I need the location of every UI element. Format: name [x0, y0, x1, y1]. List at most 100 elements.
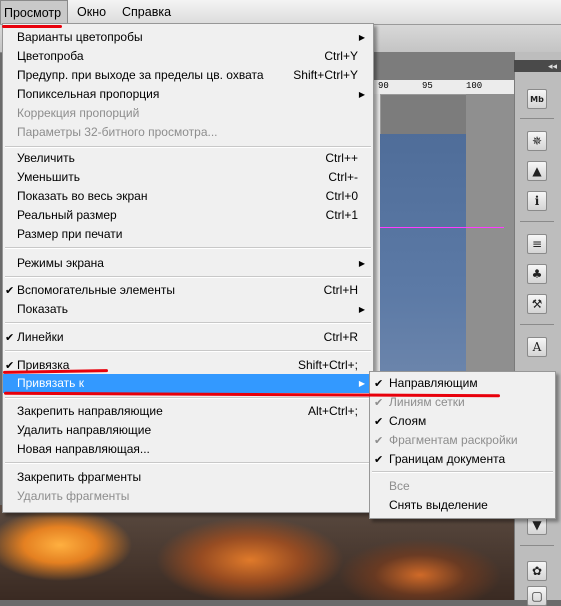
menu-item-print-size[interactable]: Размер при печати: [3, 225, 373, 244]
menu-help[interactable]: Справка: [122, 0, 171, 24]
menu-separator: [5, 247, 371, 249]
menu-separator: [5, 322, 371, 324]
panel-divider: [520, 221, 554, 222]
canvas-image-bottom[interactable]: [0, 505, 514, 600]
menu-item-clear-slices: Удалить фрагменты: [3, 487, 373, 506]
snap-item-label: Направляющим: [389, 376, 478, 390]
menu-item-new-guide[interactable]: Новая направляющая...: [3, 440, 373, 459]
menu-item-label: Линейки: [17, 330, 64, 344]
menu-item-shortcut: Ctrl+0: [325, 189, 358, 203]
menu-item-label: Режимы экрана: [17, 256, 104, 270]
menu-item-show[interactable]: Показать ▶: [3, 300, 373, 319]
menu-item-lock-guides[interactable]: Закрепить направляющие Alt+Ctrl+;: [3, 402, 373, 421]
menu-separator: [5, 350, 371, 352]
tool-presets-icon[interactable]: ⚒: [527, 294, 547, 314]
menu-separator: [5, 146, 371, 148]
menu-item-shortcut: Ctrl+R: [323, 330, 358, 344]
snap-item-layers[interactable]: ✔ Слоям: [370, 412, 555, 431]
menu-item-label: Закрепить направляющие: [17, 404, 163, 418]
ruler-tick: 90: [378, 81, 389, 91]
menu-item-clear-guides[interactable]: Удалить направляющие: [3, 421, 373, 440]
menu-item-gamut-warning[interactable]: Предупр. при выходе за пределы цв. охват…: [3, 66, 373, 85]
menu-item-zoom-in[interactable]: Увеличить Ctrl++: [3, 149, 373, 168]
menu-separator: [5, 462, 371, 464]
page-icon[interactable]: ▢: [527, 586, 547, 606]
mini-bridge-icon[interactable]: Mb: [527, 89, 547, 109]
panel-divider: [520, 118, 554, 119]
checkmark-icon: ✔: [374, 377, 384, 390]
menu-separator: [372, 471, 553, 473]
checkmark-icon: ✔: [5, 331, 15, 344]
panel-collapse-button[interactable]: ◂◂: [514, 60, 561, 72]
snap-item-label: Все: [389, 479, 410, 493]
menu-item-shortcut: Ctrl+H: [323, 283, 358, 297]
submenu-arrow-icon: ▶: [358, 305, 365, 314]
menu-item-label: Параметры 32-битного просмотра...: [17, 125, 218, 139]
navigator-icon[interactable]: ✵: [527, 131, 547, 151]
snap-item-none[interactable]: Снять выделение: [370, 496, 555, 515]
menu-item-proof-colors[interactable]: Цветопроба Ctrl+Y: [3, 47, 373, 66]
snap-item-label: Фрагментам раскройки: [389, 433, 518, 447]
menu-item-label: Реальный размер: [17, 208, 117, 222]
canvas-pasteboard: [466, 94, 514, 400]
submenu-arrow-icon: ▶: [358, 379, 365, 388]
checkmark-icon: ✔: [374, 415, 384, 428]
snap-item-document-bounds[interactable]: ✔ Границам документа: [370, 450, 555, 469]
menu-item-fit-on-screen[interactable]: Показать во весь экран Ctrl+0: [3, 187, 373, 206]
menu-item-label: Показать: [17, 302, 69, 316]
canvas-image[interactable]: [380, 134, 466, 400]
menu-item-shortcut: Ctrl++: [325, 151, 358, 165]
menu-item-snap-to[interactable]: Привязать к ▶: [3, 374, 373, 393]
styles-icon[interactable]: ✿: [527, 561, 547, 581]
menu-separator: [5, 397, 371, 399]
submenu-arrow-icon: ▶: [358, 259, 365, 268]
menu-item-32bit-preview: Параметры 32-битного просмотра...: [3, 123, 373, 142]
menu-item-pixel-aspect-ratio[interactable]: Попиксельная пропорция ▶: [3, 85, 373, 104]
checkmark-icon: ✔: [5, 284, 15, 297]
snap-item-slices: ✔ Фрагментам раскройки: [370, 431, 555, 450]
menu-item-label: Вспомогательные элементы: [17, 283, 175, 297]
menu-item-label: Предупр. при выходе за пределы цв. охват…: [17, 68, 264, 82]
menu-item-label: Коррекция пропорций: [17, 106, 140, 120]
menu-view[interactable]: Просмотр: [0, 0, 68, 24]
menu-item-label: Удалить фрагменты: [17, 489, 130, 503]
menu-item-lock-slices[interactable]: Закрепить фрагменты: [3, 468, 373, 487]
menu-item-shortcut: Alt+Ctrl+;: [307, 404, 358, 418]
horizontal-ruler[interactable]: 90 95 100: [374, 80, 514, 95]
snap-item-guides[interactable]: ✔ Направляющим: [370, 374, 555, 393]
menu-item-shortcut: Shift+Ctrl+;: [297, 358, 358, 372]
menu-item-proof-setup[interactable]: Варианты цветопробы ▶: [3, 28, 373, 47]
histogram-icon[interactable]: ▲: [527, 161, 547, 181]
submenu-arrow-icon: ▶: [358, 90, 365, 99]
menu-item-label: Удалить направляющие: [17, 423, 152, 437]
menu-item-aspect-correction: Коррекция пропорций: [3, 104, 373, 123]
menu-item-zoom-out[interactable]: Уменьшить Ctrl+-: [3, 168, 373, 187]
menu-item-label: Уменьшить: [17, 170, 80, 184]
menu-item-extras[interactable]: ✔ Вспомогательные элементы Ctrl+H: [3, 281, 373, 300]
menu-item-label: Цветопроба: [17, 49, 84, 63]
menu-window[interactable]: Окно: [77, 0, 106, 24]
menu-item-label: Попиксельная пропорция: [17, 87, 160, 101]
character-icon[interactable]: A: [527, 337, 547, 357]
menu-item-label: Варианты цветопробы: [17, 30, 143, 44]
menu-item-shortcut: Ctrl+1: [325, 208, 358, 222]
annotation-underline: [2, 25, 62, 28]
brush-presets-icon[interactable]: ≡: [527, 234, 547, 254]
guide-line[interactable]: [380, 227, 504, 228]
menu-item-screen-mode[interactable]: Режимы экрана ▶: [3, 254, 373, 273]
menu-bar: Просмотр Окно Справка: [0, 0, 561, 25]
menu-item-label: Закрепить фрагменты: [17, 470, 142, 484]
ruler-tick: 95: [422, 81, 433, 91]
info-icon[interactable]: i: [527, 191, 547, 211]
panel-divider: [520, 324, 554, 325]
ruler-tick: 100: [466, 81, 483, 91]
menu-item-rulers[interactable]: ✔ Линейки Ctrl+R: [3, 328, 373, 347]
menu-item-shortcut: Ctrl+-: [328, 170, 358, 184]
menu-item-actual-pixels[interactable]: Реальный размер Ctrl+1: [3, 206, 373, 225]
menu-item-label: Новая направляющая...: [17, 442, 150, 456]
menu-item-shortcut: Shift+Ctrl+Y: [293, 68, 358, 82]
snap-item-label: Границам документа: [389, 452, 506, 466]
submenu-arrow-icon: ▶: [358, 33, 365, 42]
clone-source-icon[interactable]: ♣: [527, 264, 547, 284]
view-menu: Варианты цветопробы ▶ Цветопроба Ctrl+Y …: [2, 23, 374, 513]
